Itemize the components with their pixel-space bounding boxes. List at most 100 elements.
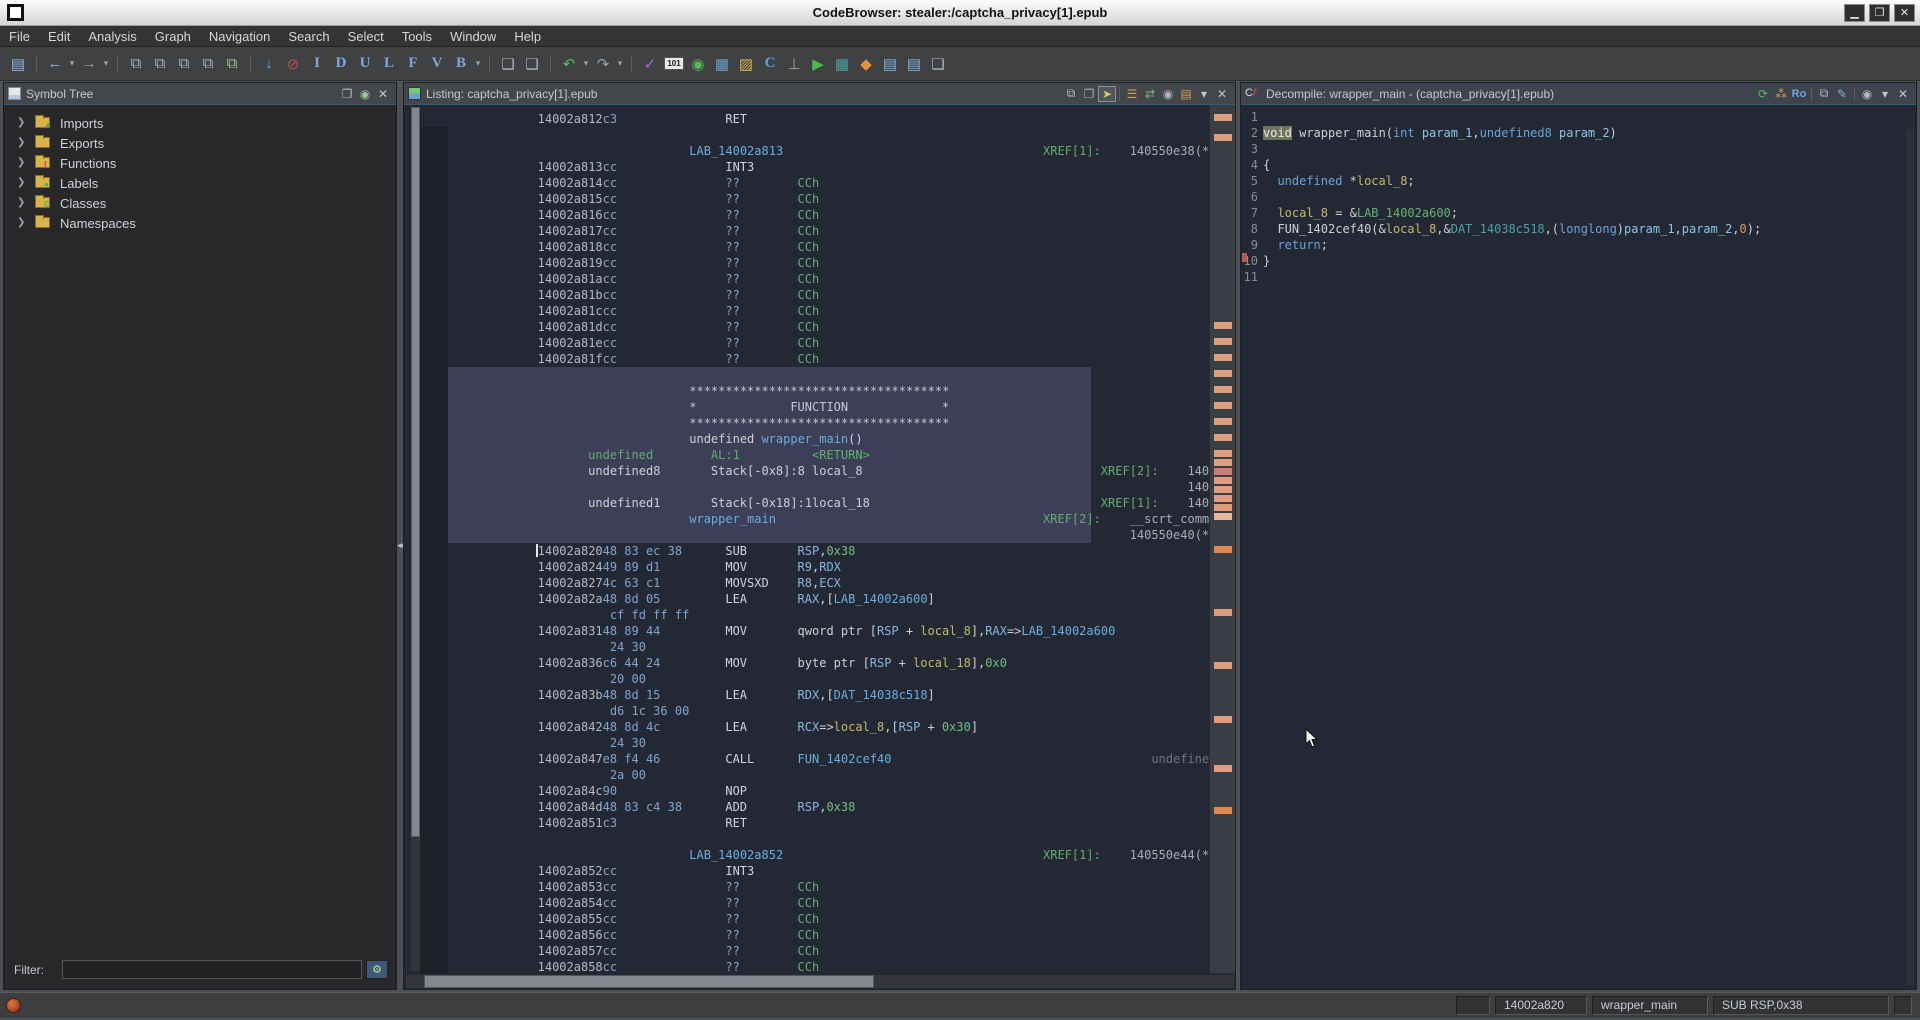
decompile-token[interactable]: , <box>1472 126 1479 140</box>
decompile-token[interactable]: , <box>1675 222 1682 236</box>
filter-options-icon[interactable]: ⚙ <box>366 960 388 979</box>
navigation-marker[interactable] <box>1214 662 1232 669</box>
chevron-right-icon[interactable]: ❯ <box>17 157 25 168</box>
listing-row[interactable]: 14002a81fcc??CCh <box>404 351 1235 367</box>
listing-field[interactable]: CCh <box>798 928 820 942</box>
listing-field[interactable]: cc <box>603 960 617 974</box>
listing-field[interactable]: LAB_14002a600 <box>1021 624 1115 638</box>
dropdown-arrow-icon[interactable]: ▾ <box>615 58 625 69</box>
listing-row[interactable]: 14002a816cc??CCh <box>404 207 1235 223</box>
forward-icon[interactable]: → <box>78 53 100 75</box>
listing-field[interactable]: ] <box>971 720 978 734</box>
listing-field[interactable]: RAX <box>798 592 820 606</box>
menu-window[interactable]: Window <box>441 27 505 46</box>
listing-field[interactable]: 14002a816 <box>538 208 603 222</box>
listing-row[interactable]: 14002a81dcc??CCh <box>404 319 1235 335</box>
listing-field[interactable]: ?? <box>725 256 739 270</box>
chevron-right-icon[interactable]: ❯ <box>17 137 25 148</box>
navigation-marker[interactable] <box>1214 807 1232 814</box>
listing-field[interactable]: 20 00 <box>610 672 646 686</box>
listing-field[interactable]: 14002a84d <box>538 800 603 814</box>
listing-row[interactable]: LAB_14002a813XREF[1]:140550e38(* <box>404 143 1235 159</box>
listing-field[interactable]: local_18 <box>913 656 971 670</box>
decompile-token[interactable]: return <box>1277 238 1320 252</box>
listing-field[interactable]: LEA <box>725 592 747 606</box>
listing-field[interactable]: 0x0 <box>985 656 1007 670</box>
decompile-body[interactable]: 12voidwrapper_main(intparam_1,undefined8… <box>1241 105 1916 989</box>
listing-field[interactable]: c3 <box>603 816 617 830</box>
listing-field[interactable]: cc <box>603 272 617 286</box>
listing-field[interactable]: ?? <box>725 928 739 942</box>
listing-field[interactable]: undefined1 <box>588 496 660 510</box>
listing-field[interactable]: 14002a827 <box>538 576 603 590</box>
navigation-marker[interactable] <box>1214 716 1232 723</box>
navigation-marker[interactable] <box>1214 354 1232 361</box>
decompile-line[interactable]: 3 <box>1241 141 1916 157</box>
listing-field[interactable]: 14002a819 <box>538 256 603 270</box>
listing-field[interactable]: 14002a818 <box>538 240 603 254</box>
navigation-marker[interactable] <box>1214 418 1232 425</box>
listing-field[interactable]: 14002a82a <box>538 592 603 606</box>
table-view-icon[interactable]: ▤ <box>879 53 901 75</box>
pipe-icon[interactable]: ⊥ <box>783 53 805 75</box>
listing-row[interactable]: *FUNCTION* <box>404 399 1235 415</box>
copy-comments-icon[interactable]: ⧉ <box>173 53 195 75</box>
listing-field[interactable]: cf fd ff ff <box>610 608 689 622</box>
redo-icon[interactable]: ↷ <box>592 53 614 75</box>
close-icon[interactable]: ✕ <box>1894 86 1912 102</box>
copy-labels-icon[interactable]: ⧉ <box>149 53 171 75</box>
dropdown-arrow-icon[interactable]: ▾ <box>67 58 77 69</box>
listing-field[interactable]: byte ptr [ <box>798 656 870 670</box>
listing-row[interactable]: 2a 00 <box>404 767 1235 783</box>
decompile-line[interactable]: 4{ <box>1241 157 1916 173</box>
listing-field[interactable]: 140 <box>1187 480 1209 494</box>
listing-row[interactable] <box>404 367 1235 383</box>
listing-field[interactable]: undefined <box>689 432 754 446</box>
listing-field[interactable]: __scrt_comm <box>1130 512 1209 526</box>
readonly-ro-label[interactable]: Ro <box>1790 86 1808 102</box>
listing-field[interactable]: Stack[-0x18]:1 <box>711 496 812 510</box>
listing-field[interactable]: undefined <box>588 448 653 462</box>
listing-field[interactable]: 14002a83b <box>538 688 603 702</box>
listing-field[interactable]: ,[ <box>819 592 833 606</box>
listing-row[interactable]: 14002a81ccc??CCh <box>404 303 1235 319</box>
decompile-line[interactable]: 5undefined*local_8; <box>1241 173 1916 189</box>
nav-function-icon[interactable]: F <box>402 53 424 75</box>
paste-special-icon[interactable]: ⧉ <box>221 53 243 75</box>
listing-field[interactable]: 140550e44(* <box>1130 848 1209 862</box>
navigation-marker[interactable] <box>1214 459 1232 466</box>
listing-field[interactable]: 14002a81e <box>538 336 603 350</box>
listing-row[interactable]: 14002a847e8 f4 46CALLFUN_1402cef40undefi… <box>404 751 1235 767</box>
decompile-token[interactable]: ); <box>1747 222 1761 236</box>
listing-field[interactable]: NOP <box>725 784 747 798</box>
sidebar-item-namespaces[interactable]: ❯▫Namespaces <box>4 213 396 233</box>
diamond-icon[interactable]: ◆ <box>855 53 877 75</box>
listing-field[interactable]: + <box>906 624 913 638</box>
decompile-token[interactable]: ( <box>1386 126 1393 140</box>
listing-field[interactable]: 14002a854 <box>538 896 603 910</box>
listing-field[interactable]: CCh <box>798 224 820 238</box>
listing-row[interactable]: 140 <box>404 479 1235 495</box>
decompile-token[interactable]: param_2 <box>1559 126 1610 140</box>
decompile-token[interactable]: void <box>1263 126 1292 140</box>
listing-field[interactable]: ?? <box>725 208 739 222</box>
decompile-token[interactable]: undefined <box>1277 174 1342 188</box>
listing-field[interactable]: ?? <box>725 960 739 974</box>
listing-field[interactable]: ], <box>971 656 985 670</box>
clipboard-icon[interactable]: ❏ <box>927 53 949 75</box>
listing-row[interactable]: 24 30 <box>404 735 1235 751</box>
listing-field[interactable]: ?? <box>725 272 739 286</box>
listing-field[interactable]: RSP <box>798 800 820 814</box>
listing-field[interactable]: cc <box>603 944 617 958</box>
listing-field[interactable]: 14002a820 <box>538 544 603 558</box>
cursor-location-icon[interactable]: ➤ <box>1098 86 1116 102</box>
listing-row[interactable]: 24 30 <box>404 639 1235 655</box>
navigation-marker[interactable] <box>1214 322 1232 329</box>
listing-row[interactable]: undefinedAL:1<RETURN> <box>404 447 1235 463</box>
listing-field[interactable]: CCh <box>798 272 820 286</box>
close-button[interactable]: ✕ <box>1894 4 1915 22</box>
listing-field[interactable]: RSP <box>899 720 921 734</box>
listing-field[interactable]: cc <box>603 912 617 926</box>
navigation-marker[interactable] <box>1214 402 1232 409</box>
listing-row[interactable]: 14002a819cc??CCh <box>404 255 1235 271</box>
